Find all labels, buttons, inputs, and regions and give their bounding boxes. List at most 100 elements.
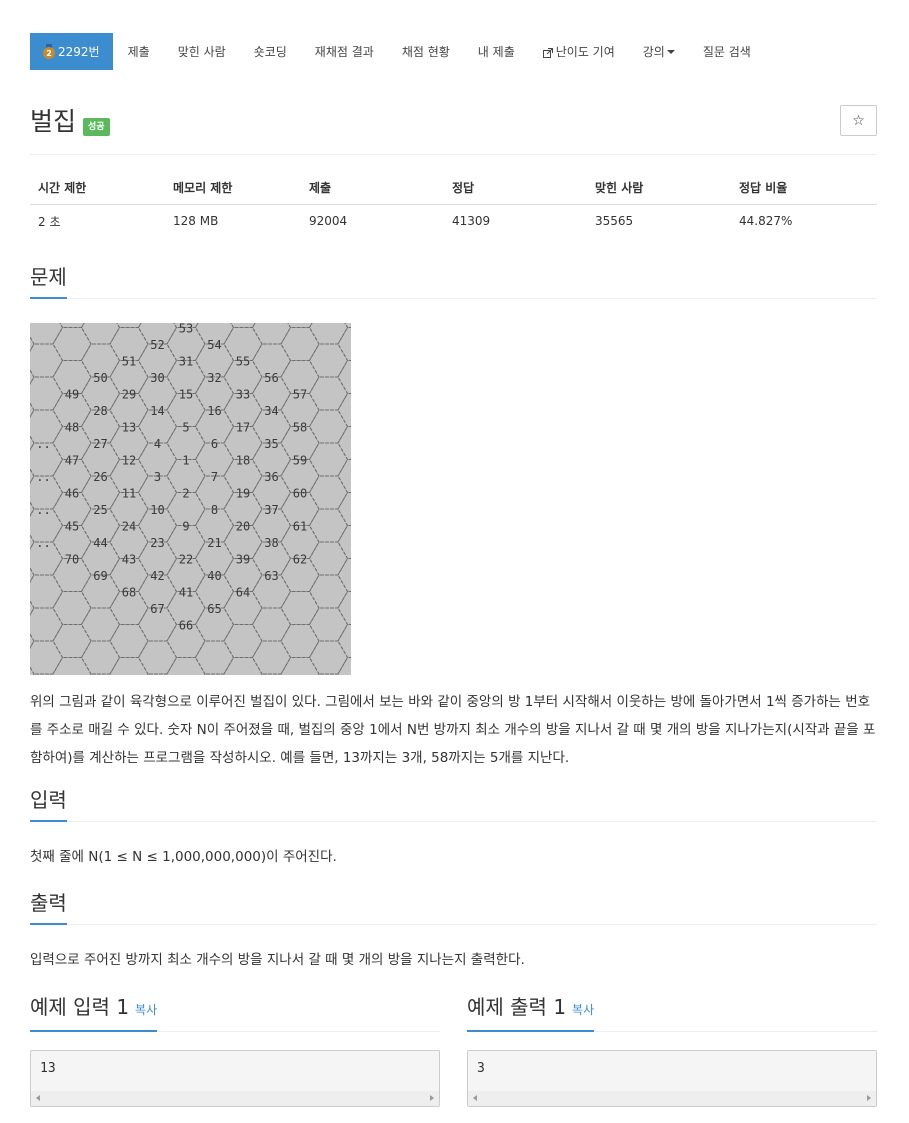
problem-title-row: 벌집 성공 ☆ [30, 104, 877, 155]
hex-cell-label: 56 [264, 371, 278, 385]
tab-lectures-label: 강의 [642, 45, 665, 59]
hex-cell-label: 38 [264, 536, 278, 550]
hex-cell-label: 16 [207, 404, 221, 418]
favorite-star-button[interactable]: ☆ [840, 105, 877, 136]
hex-cell-label: 55 [236, 355, 250, 369]
tab-submit-label: 제출 [127, 45, 150, 59]
hex-cell-label: 6 [211, 437, 218, 451]
scroll-left-icon[interactable] [473, 1095, 477, 1101]
hex-cell-label: 44 [93, 536, 107, 550]
hex-cell-label: 45 [65, 520, 79, 534]
hex-cell-label: 19 [236, 487, 250, 501]
hex-cell-label: .. [36, 536, 50, 550]
honeycomb-figure: 53 52 54 51 31 55 50 30 32 56 49 29 15 33 57 28 14 16 34 48… [0, 294, 377, 741]
page-title: 벌집 [30, 107, 77, 136]
hex-cell-label: 42 [150, 569, 164, 583]
copy-input-button[interactable]: 복사 [135, 1003, 157, 1017]
hex-cell-label: 21 [207, 536, 221, 550]
hex-cell-label: 17 [236, 421, 250, 435]
hex-cell-label: 50 [93, 371, 107, 385]
hex-cell-label: 9 [182, 520, 189, 534]
hex-cell-label: 14 [150, 404, 164, 418]
tab-judge-status-label: 채점 현황 [401, 45, 450, 59]
input-description: 첫째 줄에 N(1 ≤ N ≤ 1,000,000,000)이 주어진다. [30, 849, 337, 865]
hex-cell-label: 10 [150, 503, 164, 517]
cell-time-limit: 2 초 [38, 214, 61, 229]
header-memory-limit: 메모리 제한 [165, 172, 301, 205]
hex-cell-label: 58 [293, 421, 307, 435]
output-description: 입력으로 주어진 방까지 최소 개수의 방을 지나서 갈 때 몇 개의 방을 지… [30, 952, 525, 968]
horizontal-scrollbar[interactable] [468, 1091, 876, 1106]
tab-submit[interactable]: 제출 [113, 33, 164, 70]
header-submissions: 제출 [301, 172, 444, 205]
caret-down-icon [666, 49, 675, 54]
hex-cell-label: 15 [179, 388, 193, 402]
hex-cell-label: 68 [122, 586, 136, 600]
hex-cell-label: 54 [207, 338, 221, 352]
tab-solved-users[interactable]: 맞힌 사람 [164, 33, 240, 70]
hex-cell-label: 20 [236, 520, 250, 534]
hex-cell-label: 8 [211, 503, 218, 517]
hex-cell-label: 32 [207, 371, 221, 385]
hex-cell-label: 31 [179, 355, 193, 369]
hex-cell-label: 35 [264, 437, 278, 451]
hex-cell-label: 43 [122, 553, 136, 567]
sample-output-heading-row: 예제 출력 1 복사 [467, 995, 877, 1032]
hex-cell-label: 70 [65, 553, 79, 567]
tab-rejudge-results[interactable]: 재채점 결과 [301, 33, 388, 70]
tab-rejudge-results-label: 재채점 결과 [314, 45, 374, 59]
input-section-heading: 입력 [30, 788, 877, 822]
hex-cell-label: 53 [179, 323, 193, 336]
hex-cell-label: 40 [207, 569, 221, 583]
tab-solved-users-label: 맞힌 사람 [177, 45, 226, 59]
problem-menu: 2 2292번 제출 맞힌 사람 숏코딩 재채점 결과 채점 현황 내 제출 난… [30, 33, 765, 70]
hex-cell-label: 63 [264, 569, 278, 583]
problem-number-tab[interactable]: 2 2292번 [30, 33, 113, 70]
tab-my-submissions[interactable]: 내 제출 [464, 33, 529, 70]
tab-lectures-dropdown[interactable]: 강의 [629, 33, 689, 70]
hex-cell-label: 61 [293, 520, 307, 534]
hex-cell-label: 4 [154, 437, 161, 451]
scroll-left-icon[interactable] [36, 1095, 40, 1101]
honeycomb-diagram: 5352 5451 31 5550 30 32 5649 29 15 33 5728 14 16 3448… [0, 294, 377, 741]
hex-cell-label: 33 [236, 388, 250, 402]
status-badge: 성공 [83, 118, 110, 136]
hex-cell-label: 34 [264, 404, 278, 418]
tab-difficulty-contribution[interactable]: 난이도 기여 [529, 33, 629, 70]
copy-output-button[interactable]: 복사 [572, 1003, 594, 1017]
medal-icon: 2 [43, 44, 55, 59]
hex-cell-label: 29 [122, 388, 136, 402]
hex-cell-label: 2 [182, 487, 189, 501]
sample-input-box[interactable]: 13 [30, 1050, 440, 1107]
hex-cell-label: 37 [264, 503, 278, 517]
sample-output-box[interactable]: 3 [467, 1050, 877, 1107]
table-row: 2 초 128 MB 92004 41309 35565 44.827% [30, 204, 877, 238]
hex-cell-label: 3 [154, 470, 161, 484]
tab-judge-status[interactable]: 채점 현황 [388, 33, 464, 70]
problem-description: 위의 그림과 같이 육각형으로 이루어진 벌집이 있다. 그림에서 보는 바와 … [30, 694, 876, 766]
external-link-icon [542, 47, 553, 58]
hex-cell-label: 36 [264, 470, 278, 484]
hex-cell-label: 52 [150, 338, 164, 352]
hex-cell-label: 66 [179, 619, 193, 633]
hex-cell-label: 65 [207, 602, 221, 616]
hex-cell-label: 12 [122, 454, 136, 468]
hex-cell-label: .. [36, 503, 50, 517]
problem-heading: 문제 [30, 265, 67, 299]
horizontal-scrollbar[interactable] [31, 1091, 439, 1106]
tab-short-coding[interactable]: 숏코딩 [240, 33, 301, 70]
table-header-row: 시간 제한 메모리 제한 제출 정답 맞힌 사람 정답 비율 [30, 172, 877, 205]
hex-cell-label: 26 [93, 470, 107, 484]
tab-question-search[interactable]: 질문 검색 [689, 33, 765, 70]
hex-cell-label: 13 [122, 421, 136, 435]
scroll-right-icon[interactable] [430, 1095, 434, 1101]
cell-memory-limit: 128 MB [173, 214, 219, 229]
hex-cell-label: 60 [293, 487, 307, 501]
hex-cell-label: 24 [122, 520, 136, 534]
hex-cell-label: 57 [293, 388, 307, 402]
header-solved-users: 맞힌 사람 [587, 172, 731, 205]
input-heading: 입력 [30, 788, 67, 822]
scroll-right-icon[interactable] [867, 1095, 871, 1101]
cell-solved-users: 35565 [595, 214, 634, 229]
problem-section-heading: 문제 [30, 265, 877, 299]
